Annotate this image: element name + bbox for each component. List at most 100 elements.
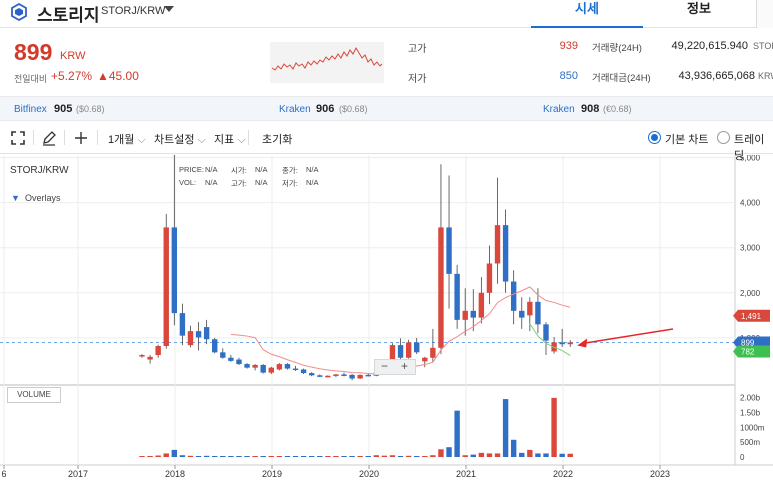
- zoom-out-button[interactable]: −: [381, 359, 388, 373]
- candle-body: [519, 310, 525, 318]
- annotation-arrow-line: [582, 328, 674, 345]
- chart-symbol-label: STORJ/KRW: [10, 165, 69, 176]
- volume-bar: [268, 456, 274, 457]
- volume-bar: [252, 456, 258, 457]
- exchange-name[interactable]: Kraken: [543, 104, 575, 115]
- volume-bar: [430, 455, 436, 457]
- candle-body: [405, 342, 412, 358]
- volume-bar: [195, 456, 202, 457]
- x-tick-label: 2019: [262, 469, 282, 479]
- chart-settings-menu[interactable]: 차트설정 ⌵: [154, 131, 206, 147]
- volume-tick-label: 2.00b: [740, 394, 761, 403]
- volume-bar: [212, 456, 218, 457]
- volume-bar: [405, 455, 412, 457]
- x-tick-label: 2021: [456, 469, 476, 479]
- volume-bar: [486, 453, 493, 457]
- volume-bar: [300, 456, 307, 457]
- crosshair-plus-icon[interactable]: [73, 130, 89, 146]
- candle-body: [292, 368, 299, 371]
- candle-body: [559, 342, 565, 345]
- candle-body: [147, 356, 153, 360]
- candle-body: [357, 374, 363, 379]
- volume-tick-label: 1.50b: [740, 408, 761, 417]
- ohlc-high-value: N/A: [255, 178, 268, 187]
- candle-body: [462, 310, 468, 320]
- y-tick-label: 2,000: [740, 289, 761, 298]
- volume-bar: [470, 454, 476, 457]
- price-chart[interactable]: 6 2017 2018 2019 2020 2021 2022 2023 5,000 4,000 3…: [0, 155, 773, 488]
- candle-body: [446, 227, 452, 274]
- candle-body: [212, 339, 218, 353]
- y-tick-label: 5,000: [740, 155, 761, 163]
- exchange-name[interactable]: Kraken: [279, 104, 311, 115]
- volume-bar: [284, 456, 291, 457]
- basic-chart-radio[interactable]: [648, 131, 661, 144]
- candle-body: [171, 227, 178, 314]
- chevron-down-icon: ⌵: [237, 134, 246, 146]
- candlestick-chart-svg[interactable]: 6 2017 2018 2019 2020 2021 2022 2023 5,000 4,000 3…: [0, 155, 773, 488]
- volume-bar: [551, 397, 557, 457]
- moving-average-short-line: [529, 323, 571, 357]
- trading-chart-radio[interactable]: [717, 131, 730, 144]
- volume-bar: [543, 453, 549, 457]
- candle-body: [179, 313, 186, 336]
- candle-body: [502, 225, 509, 282]
- volume-bar: [244, 456, 250, 457]
- fullscreen-icon[interactable]: [10, 130, 26, 146]
- candle-body: [155, 346, 161, 356]
- reset-button[interactable]: 초기화: [262, 131, 292, 147]
- tab-market[interactable]: 시세: [531, 0, 643, 28]
- exchange-diff: (€0.68): [603, 104, 632, 114]
- volume-bar: [365, 456, 371, 457]
- period-label: 1개월: [108, 134, 135, 146]
- exchange-name[interactable]: Bitfinex: [14, 104, 47, 115]
- price-unit: KRW: [60, 50, 86, 62]
- chevron-down-icon: ⌵: [137, 134, 146, 146]
- basic-chart-label[interactable]: 기본 차트: [665, 131, 709, 147]
- ohlc-vol-label: VOL:: [179, 178, 197, 187]
- x-tick-label: 6: [1, 469, 6, 479]
- candle-body: [535, 301, 541, 325]
- volume-bar: [349, 456, 355, 457]
- coin-symbol: STORJ/KRW: [101, 5, 166, 17]
- x-tick-label: 2023: [650, 469, 670, 479]
- volume-unit: STORJ: [753, 41, 773, 51]
- candle-body: [220, 352, 226, 358]
- volume-bar: [236, 456, 242, 457]
- volume-bar: [341, 456, 347, 457]
- volume-value: 49,220,615.940: [671, 40, 748, 52]
- volume-bar: [147, 456, 153, 457]
- period-select[interactable]: 1개월 ⌵: [108, 131, 146, 147]
- candle-body: [195, 331, 202, 338]
- volume-bar: [502, 399, 509, 457]
- price-sparkline: [270, 42, 384, 83]
- exchange-price: 908: [581, 103, 600, 115]
- volume-bar: [527, 449, 533, 457]
- volume-bar: [494, 453, 501, 457]
- tab-info[interactable]: 정보: [643, 0, 755, 28]
- volume-bar: [139, 456, 145, 457]
- candle-body: [438, 227, 444, 348]
- zoom-in-button[interactable]: +: [401, 359, 408, 373]
- volume-bar: [203, 455, 210, 457]
- volume-bar: [317, 456, 323, 457]
- coin-name: 스토리지: [37, 6, 100, 25]
- ohlc-vol-value: N/A: [205, 178, 218, 187]
- toolbar-divider: [64, 130, 65, 145]
- volume-tick-label: 500m: [740, 438, 760, 447]
- x-tick-label: 2022: [553, 469, 573, 479]
- indicators-menu[interactable]: 지표 ⌵: [214, 131, 246, 147]
- coin-select-chevron-down-icon[interactable]: [164, 6, 174, 12]
- volume-bar: [397, 456, 404, 457]
- volume-bar: [438, 449, 444, 457]
- volume-label: 거래량(24H): [592, 43, 642, 54]
- candle-body: [486, 263, 493, 293]
- overlays-toggle[interactable]: ▼ Overlays: [11, 193, 60, 203]
- header-side-panel: [756, 0, 773, 28]
- candle-body: [430, 347, 436, 358]
- volume-bar: [389, 455, 396, 457]
- candle-body: [333, 374, 339, 376]
- chevron-down-icon: ⌵: [197, 134, 206, 146]
- volume-bar: [559, 453, 565, 457]
- draw-pencil-icon[interactable]: [41, 130, 57, 146]
